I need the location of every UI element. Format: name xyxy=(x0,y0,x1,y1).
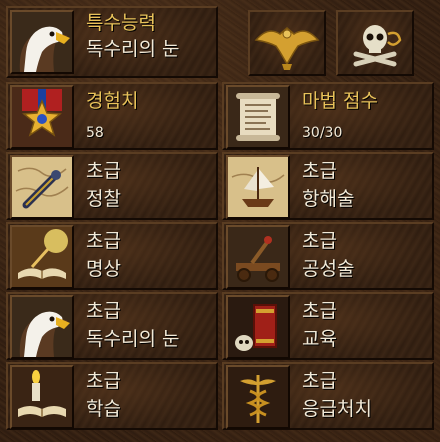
mana-icon-box xyxy=(226,85,290,149)
skill-icon-box xyxy=(226,365,290,429)
skill-name: 교육 xyxy=(302,328,337,350)
mana-label: 마법 점수 xyxy=(302,90,378,112)
skill-level: 초급 xyxy=(86,230,121,252)
skill-icon-box xyxy=(226,155,290,219)
skill-icon-box xyxy=(10,225,74,289)
skill-level: 초급 xyxy=(86,160,121,182)
skill-tile-learning[interactable]: 초급 학습 xyxy=(6,362,218,430)
scroll-icon xyxy=(228,87,288,147)
skill-name: 독수리의 눈 xyxy=(86,328,180,350)
skill-tile-navigation[interactable]: 초급 항해술 xyxy=(222,152,434,220)
skull-crossbones-icon xyxy=(353,25,402,67)
skill-icon-box xyxy=(10,295,74,359)
skill-name: 공성술 xyxy=(302,258,355,280)
skill-tile-scouting[interactable]: 초급 정찰 xyxy=(6,152,218,220)
skill-level: 초급 xyxy=(302,160,337,182)
skill-level: 초급 xyxy=(302,230,337,252)
skill-name: 학습 xyxy=(86,398,121,420)
skill-tile-first-aid[interactable]: 초급 응급처치 xyxy=(222,362,434,430)
skill-icon-box xyxy=(10,155,74,219)
skill-level: 초급 xyxy=(86,300,121,322)
experience-value: 58 xyxy=(86,125,104,141)
book-skull-icon xyxy=(228,297,288,357)
open-book-icon xyxy=(12,227,72,287)
artifact-slot-1[interactable] xyxy=(248,10,326,76)
skill-tile-eagle-eye[interactable]: 초급 독수리의 눈 xyxy=(6,292,218,360)
mana-value: 30/30 xyxy=(302,125,343,141)
skill-tile-scholar[interactable]: 초급 교육 xyxy=(222,292,434,360)
specialty-title: 특수능력 xyxy=(86,12,156,34)
caduceus-icon xyxy=(228,367,288,427)
ship-map-icon xyxy=(228,157,288,217)
experience-icon-box xyxy=(10,85,74,149)
hero-stats-panel: 특수능력 독수리의 눈 경험치 58 마법 점수 30/30 초급 정찰 초급 … xyxy=(0,0,440,442)
experience-tile[interactable]: 경험치 58 xyxy=(6,82,218,150)
golden-eagle-icon xyxy=(254,27,320,70)
skill-name: 정찰 xyxy=(86,188,121,210)
skill-tile-mysticism[interactable]: 초급 명상 xyxy=(6,222,218,290)
skill-level: 초급 xyxy=(86,370,121,392)
specialty-name: 독수리의 눈 xyxy=(86,38,180,60)
experience-label: 경험치 xyxy=(86,90,139,112)
specialty-tile[interactable]: 특수능력 독수리의 눈 xyxy=(6,6,218,78)
artifact-slot-2[interactable] xyxy=(336,10,414,76)
skill-level: 초급 xyxy=(302,370,337,392)
eagle-icon xyxy=(12,297,72,357)
skill-level: 초급 xyxy=(302,300,337,322)
eagle-icon xyxy=(12,12,72,72)
candle-book-icon xyxy=(12,367,72,427)
telescope-map-icon xyxy=(12,157,72,217)
skill-icon-box xyxy=(226,295,290,359)
skill-icon-box xyxy=(226,225,290,289)
skill-tile-ballistics[interactable]: 초급 공성술 xyxy=(222,222,434,290)
mana-tile[interactable]: 마법 점수 30/30 xyxy=(222,82,434,150)
catapult-icon xyxy=(228,227,288,287)
specialty-icon-box xyxy=(10,10,74,74)
skill-name: 항해술 xyxy=(302,188,355,210)
skill-name: 응급처치 xyxy=(302,398,372,420)
star-medal-icon xyxy=(12,87,72,147)
skill-name: 명상 xyxy=(86,258,121,280)
skill-icon-box xyxy=(10,365,74,429)
